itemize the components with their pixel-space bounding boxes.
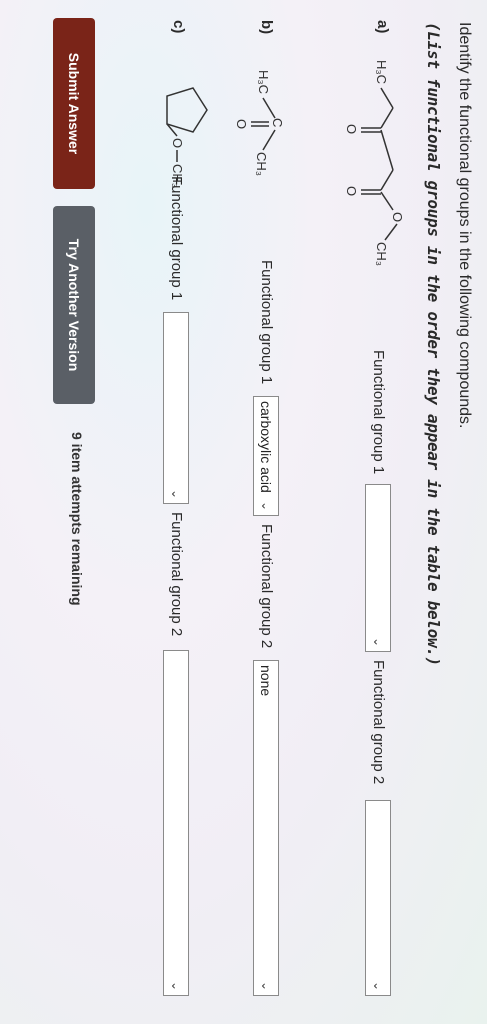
structure-a: H₃C O O O CH₃: [344, 60, 405, 266]
bond: [262, 129, 276, 151]
structure-a-methyl-right: CH₃: [374, 242, 389, 266]
chevron-down-icon: ⌄: [169, 980, 183, 991]
structure-a-oxo1: O: [344, 124, 359, 134]
structure-a-methyl-left: H₃C: [374, 60, 389, 84]
cyclopentane-ring: [166, 87, 208, 133]
bond: [384, 223, 398, 241]
row-a-fg1-label: Functional group 1: [370, 350, 387, 475]
attempts-remaining-text: 9 item attempts remaining: [69, 432, 85, 606]
try-another-version-button[interactable]: Try Another Version: [53, 206, 95, 404]
question-instruction: Identify the functional groups in the fo…: [456, 22, 473, 429]
question-subinstruction: (List functional groups in the order the…: [424, 22, 443, 666]
row-a-fg2-label: Functional group 2: [370, 660, 387, 785]
structure-b: H₃C C O CH₃: [234, 70, 285, 176]
row-a-fg2-select[interactable]: ⌄: [365, 800, 391, 996]
bond: [380, 129, 394, 171]
structure-c-ether-o: O: [170, 138, 185, 148]
row-a-fg1-select[interactable]: ⌄: [365, 484, 391, 652]
bond: [262, 97, 276, 119]
bond: [380, 191, 394, 211]
structure-b-methyl-right: CH₃: [254, 152, 269, 176]
structure-a-oxo2: O: [344, 186, 359, 196]
chevron-down-icon: ⌄: [259, 500, 273, 511]
row-c-fg2-select[interactable]: ⌄: [163, 650, 189, 996]
structure-b-oxo: O: [234, 119, 249, 129]
bond: [380, 169, 394, 191]
submit-answer-button[interactable]: Submit Answer: [53, 18, 95, 189]
chevron-down-icon: ⌄: [169, 488, 183, 499]
structure-a-ester-o: O: [390, 212, 405, 222]
row-label-c: c): [170, 20, 187, 34]
row-b-fg2-select[interactable]: none ⌄: [253, 660, 279, 996]
row-c-fg2-label: Functional group 2: [168, 512, 185, 637]
row-b-fg1-select[interactable]: carboxylic acid ⌄: [253, 396, 279, 516]
row-b-fg2-label: Functional group 2: [258, 524, 275, 649]
structure-b-methyl-left: H₃C: [256, 70, 271, 94]
row-b-fg1-label: Functional group 1: [258, 260, 275, 385]
structure-b-carbon: C: [270, 118, 285, 127]
chevron-down-icon: ⌄: [259, 980, 273, 991]
row-c-fg1-select[interactable]: ⌄: [163, 312, 189, 504]
row-label-a: a): [374, 20, 391, 34]
question-panel: Identify the functional groups in the fo…: [0, 0, 487, 1024]
bond: [380, 87, 394, 109]
chevron-down-icon: ⌄: [371, 980, 385, 991]
row-c-fg1-label: Functional group 1: [168, 176, 185, 301]
row-label-b: b): [258, 20, 275, 35]
bond: [380, 107, 394, 129]
chevron-down-icon: ⌄: [371, 636, 385, 647]
